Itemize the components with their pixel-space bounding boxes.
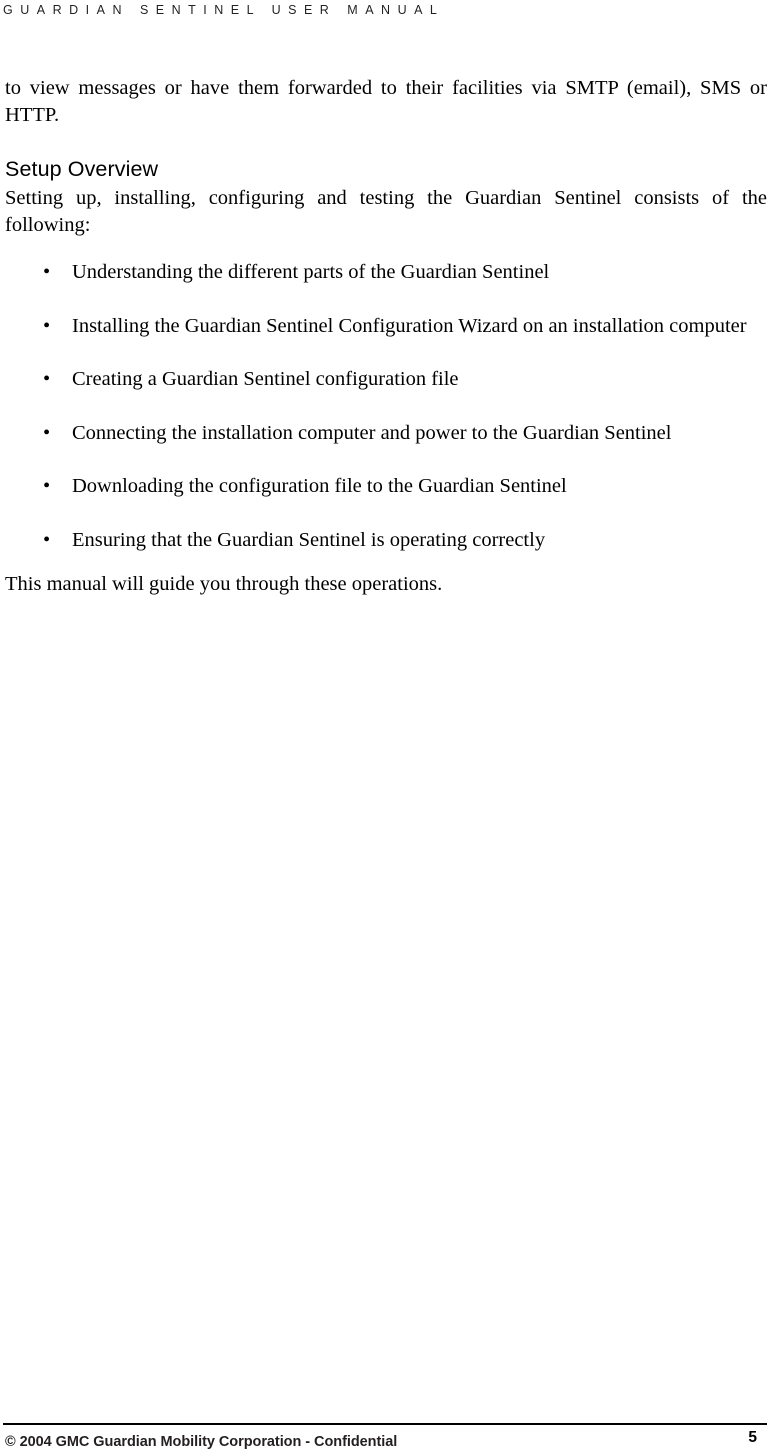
list-item-label: Installing the Guardian Sentinel Configu… bbox=[72, 314, 747, 337]
list-item: • Creating a Guardian Sentinel configura… bbox=[5, 366, 767, 393]
bullet-icon: • bbox=[43, 421, 51, 444]
section-heading-setup-overview: Setup Overview bbox=[5, 157, 159, 181]
list-item-label: Downloading the configuration file to th… bbox=[72, 475, 567, 497]
document-page: GUARDIAN SENTINEL USER MANUAL to view me… bbox=[0, 0, 770, 1455]
running-header: GUARDIAN SENTINEL USER MANUAL bbox=[3, 3, 445, 17]
spacer-before-list bbox=[5, 238, 767, 259]
section-intro-paragraph: Setting up, installing, configuring and … bbox=[5, 187, 767, 236]
bullet-icon: • bbox=[43, 528, 51, 551]
page-number: 5 bbox=[748, 1429, 757, 1446]
list-item-label: Ensuring that the Guardian Sentinel is o… bbox=[72, 528, 546, 551]
bullet-icon: • bbox=[43, 368, 51, 390]
list-item-label: Creating a Guardian Sentinel configurati… bbox=[72, 368, 459, 390]
intro-paragraph: to view messages or have them forwarded … bbox=[5, 77, 767, 126]
list-item-label: Connecting the installation computer and… bbox=[72, 421, 672, 444]
list-item: • Understanding the different parts of t… bbox=[5, 259, 767, 286]
list-item: • Downloading the configuration file to … bbox=[5, 473, 767, 500]
setup-steps-list: • Understanding the different parts of t… bbox=[5, 259, 767, 553]
spacer-after-intro bbox=[5, 128, 767, 157]
bullet-icon: • bbox=[43, 314, 51, 337]
spacer-after-list bbox=[5, 553, 767, 571]
bullet-icon: • bbox=[43, 261, 51, 283]
footer-divider bbox=[3, 1423, 767, 1425]
page-content: to view messages or have them forwarded … bbox=[5, 75, 767, 598]
list-item-label: Understanding the different parts of the… bbox=[72, 261, 550, 283]
closing-paragraph: This manual will guide you through these… bbox=[5, 573, 443, 595]
bullet-icon: • bbox=[43, 475, 51, 497]
list-item: • Ensuring that the Guardian Sentinel is… bbox=[5, 527, 767, 554]
list-item: • Connecting the installation computer a… bbox=[5, 420, 767, 447]
footer-copyright-text: © 2004 GMC Guardian Mobility Corporation… bbox=[5, 1434, 398, 1450]
page-footer: © 2004 GMC Guardian Mobility Corporation… bbox=[3, 1423, 767, 1455]
list-item: • Installing the Guardian Sentinel Confi… bbox=[5, 313, 767, 340]
